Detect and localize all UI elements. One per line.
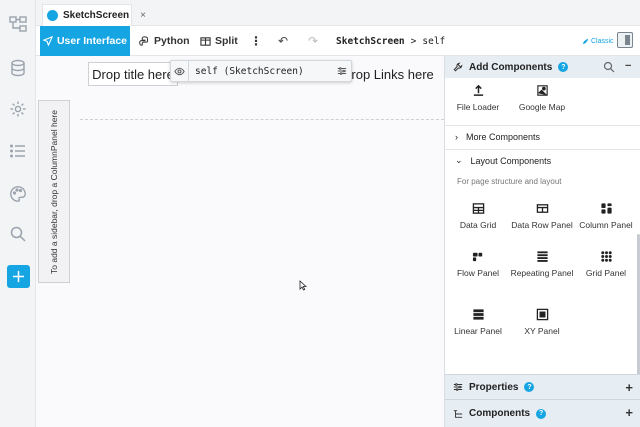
column-panel-icon: [600, 202, 612, 214]
components-section[interactable]: Components ? +: [445, 399, 640, 427]
component-file-loader[interactable]: File Loader: [445, 82, 511, 112]
more-components-section[interactable]: › More Components: [445, 125, 640, 147]
component-label: File Loader: [456, 102, 500, 112]
component-label: XY Panel: [524, 326, 560, 336]
split-button[interactable]: Split: [200, 26, 238, 56]
upload-icon: [473, 84, 483, 96]
data-grid-icon: [472, 202, 484, 214]
layout-components-section[interactable]: ⌄ Layout Components: [445, 149, 640, 171]
tab-sketchscreen[interactable]: SketchScreen ×: [42, 4, 146, 26]
user-interface-label: User Interface: [56, 35, 128, 47]
chevron-right-icon: ›: [455, 131, 458, 142]
database-icon[interactable]: [6, 56, 30, 80]
component-label: Grid Panel: [585, 268, 627, 278]
toggle-panel-icon[interactable]: [617, 32, 633, 48]
settings-icon[interactable]: [6, 97, 30, 121]
python-label: Python: [154, 35, 190, 47]
grid-panel-icon: [600, 250, 612, 262]
palette-icon[interactable]: [6, 182, 30, 206]
component-data-row-panel[interactable]: Data Row Panel: [509, 200, 575, 230]
breadcrumb-self[interactable]: self: [422, 36, 445, 47]
more-menu-icon[interactable]: ⋮: [250, 34, 262, 48]
help-icon[interactable]: ?: [536, 408, 547, 419]
python-button[interactable]: Python: [139, 26, 190, 56]
components-label: Components: [469, 408, 531, 419]
component-label: Column Panel: [579, 220, 633, 230]
close-icon[interactable]: ×: [140, 10, 146, 21]
properties-icon: [453, 383, 463, 391]
layout-subtitle: For page structure and layout: [457, 177, 562, 186]
component-label: Flow Panel: [456, 268, 500, 278]
component-label: Data Grid: [459, 220, 497, 230]
component-flow-panel[interactable]: Flow Panel: [445, 248, 511, 278]
drop-title-slot[interactable]: Drop title here: [88, 62, 178, 86]
help-icon[interactable]: ?: [524, 382, 535, 392]
component-repeating-panel[interactable]: Repeating Panel: [509, 248, 575, 278]
component-label: Google Map: [518, 102, 566, 112]
user-interface-button[interactable]: User Interface: [40, 26, 130, 56]
classic-label: Classic: [591, 37, 614, 45]
split-label: Split: [215, 35, 238, 47]
components-list[interactable]: File Loader Google Map › More Components…: [445, 78, 640, 374]
self-label: self (SketchScreen): [195, 65, 304, 77]
content-divider: [80, 119, 444, 120]
breadcrumb: SketchScreen > self: [336, 26, 445, 56]
classic-toggle[interactable]: Classic: [582, 26, 614, 56]
redo-icon[interactable]: ↷: [308, 34, 318, 48]
add-components-title: Add Components: [469, 61, 553, 73]
components-tree-icon: [453, 409, 463, 418]
breadcrumb-form[interactable]: SketchScreen: [336, 36, 405, 47]
data-row-icon: [536, 203, 548, 213]
python-icon: [139, 35, 149, 46]
drop-links-slot[interactable]: Drop Links here: [342, 62, 434, 86]
breadcrumb-separator: >: [410, 35, 417, 47]
split-icon: [200, 36, 211, 46]
chevron-down-icon: ⌄: [455, 155, 463, 165]
component-google-map[interactable]: Google Map: [509, 82, 575, 112]
expand-icon[interactable]: +: [625, 380, 633, 395]
xy-panel-icon: [536, 308, 548, 320]
mouse-cursor-icon: [299, 280, 307, 291]
app-tree-icon[interactable]: [6, 12, 30, 36]
eye-icon[interactable]: [171, 61, 189, 81]
wrench-icon: [453, 62, 463, 72]
sidebar-hint: To add a sidebar, drop a ColumnPanel her…: [49, 109, 59, 274]
map-icon: [536, 84, 548, 96]
self-selector[interactable]: self (SketchScreen): [170, 60, 352, 82]
sliders-icon[interactable]: [333, 66, 351, 76]
component-label: Linear Panel: [454, 326, 502, 336]
classic-icon: [582, 38, 589, 44]
toolbar: User Interface Python Split ⋮ ↶ ↷ Sketch…: [36, 26, 640, 56]
flow-panel-icon: [472, 252, 482, 261]
undo-icon[interactable]: ↶: [278, 34, 288, 48]
properties-label: Properties: [469, 381, 519, 393]
tab-bar: SketchScreen ×: [36, 0, 640, 26]
layout-components-label: Layout Components: [470, 155, 552, 166]
component-xy-panel[interactable]: XY Panel: [509, 306, 575, 336]
component-linear-panel[interactable]: Linear Panel: [445, 306, 511, 336]
form-icon: [47, 10, 58, 21]
linear-panel-icon: [472, 308, 484, 320]
collapse-icon[interactable]: −: [625, 60, 631, 72]
repeating-panel-icon: [536, 250, 548, 262]
expand-icon[interactable]: +: [625, 405, 633, 420]
more-components-label: More Components: [466, 131, 541, 142]
component-data-grid[interactable]: Data Grid: [445, 200, 511, 230]
component-column-panel[interactable]: Column Panel: [573, 200, 639, 230]
component-grid-panel[interactable]: Grid Panel: [573, 248, 639, 278]
sidebar-drop-zone[interactable]: To add a sidebar, drop a ColumnPanel her…: [38, 100, 70, 283]
list-icon[interactable]: [6, 139, 30, 163]
add-icon[interactable]: [7, 265, 30, 288]
component-label: Repeating Panel: [510, 268, 574, 278]
component-label: Data Row Panel: [511, 220, 573, 230]
design-canvas[interactable]: Drop title here Drop Links here self (Sk…: [36, 56, 444, 427]
search-icon[interactable]: [603, 61, 615, 73]
left-rail: [0, 0, 36, 427]
properties-section[interactable]: Properties ? +: [445, 374, 640, 399]
search-icon[interactable]: [6, 222, 30, 246]
help-icon[interactable]: ?: [558, 62, 569, 72]
right-panel: Add Components ? − File Loader Google Ma…: [444, 56, 640, 427]
tab-title: SketchScreen: [63, 10, 130, 21]
send-icon: [42, 36, 53, 46]
